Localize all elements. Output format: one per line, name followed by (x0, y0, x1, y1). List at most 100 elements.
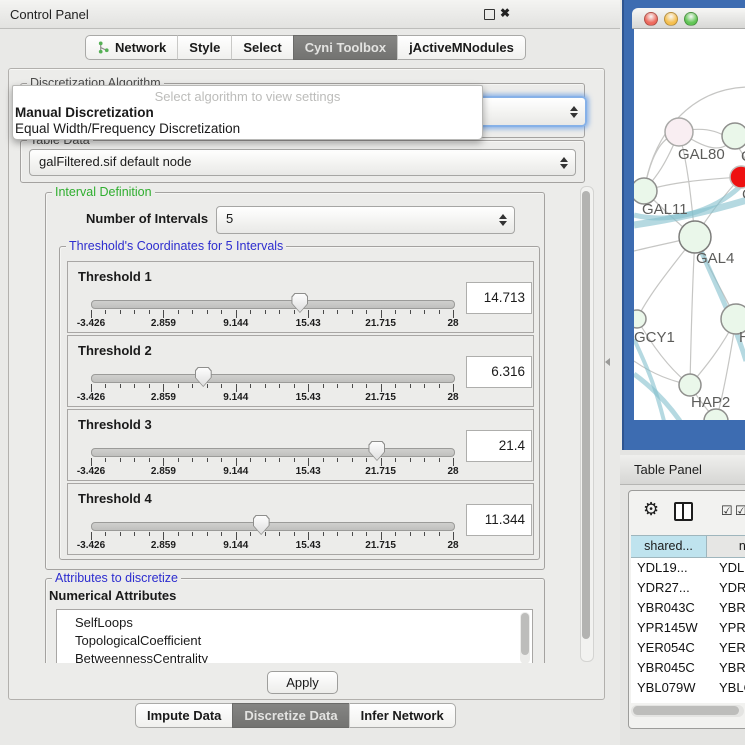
network-node[interactable] (679, 221, 711, 253)
network-window-titlebar[interactable] (632, 8, 745, 29)
table-row[interactable]: YBL079WYBLO (631, 678, 745, 698)
settings-scroll-viewport: Interval Definition Number of Intervals … (14, 114, 576, 663)
table-panel: Table Panel ⚙ ☑ ☑ shared...nameYDL19...Y… (620, 450, 745, 745)
attribute-item-betweennesscentrality[interactable]: BetweennessCentrality (57, 650, 532, 663)
dropdown-option-manual-discretization[interactable]: Manual Discretization (15, 105, 154, 120)
tick-label: 28 (447, 318, 458, 329)
interval-definition-group: Interval Definition Number of Intervals … (45, 192, 545, 570)
table-cell: YDR27... (631, 578, 712, 598)
combo-arrows-icon (498, 213, 507, 227)
scrollbar-thumb[interactable] (633, 706, 739, 715)
window-title: Control Panel (10, 7, 89, 22)
bottom-tab-bar: Impute DataDiscretize DataInfer Network (135, 703, 456, 726)
table-row[interactable]: YDR27...YDR2 (631, 578, 745, 598)
slider-ticks (91, 532, 453, 540)
node-table[interactable]: shared...nameYDL19...YDL1YDR27...YDR2YBR… (631, 535, 745, 703)
network-node[interactable] (730, 166, 745, 188)
checkbox-icon[interactable]: ☑ (721, 503, 733, 519)
slider-thumb[interactable] (195, 367, 212, 387)
slider-thumb[interactable] (291, 293, 308, 313)
algorithm-dropdown-popup: Select algorithm to view settings Manual… (12, 85, 483, 140)
threshold-label: Threshold 1 (78, 269, 152, 284)
network-edge[interactable] (690, 237, 695, 385)
app-root: Control Panel ✖ Network Style Select Cyni T… (0, 0, 745, 745)
mac-minimize-button[interactable] (664, 12, 678, 26)
network-node[interactable] (634, 310, 646, 328)
group-title-attributes: Attributes to discretize (52, 571, 181, 585)
table-cell: YBRO (712, 658, 745, 678)
tab-label: Style (189, 36, 220, 59)
tab-cyni-toolbox[interactable]: Cyni Toolbox (293, 35, 397, 60)
network-edge[interactable] (644, 177, 741, 191)
tab-discretize-data[interactable]: Discretize Data (232, 703, 348, 728)
tab-style[interactable]: Style (177, 35, 231, 60)
apply-button[interactable]: Apply (267, 671, 338, 694)
slider-tick-labels: -3.4262.8599.14415.4321.71528 (91, 540, 453, 552)
gear-icon[interactable]: ⚙ (643, 499, 659, 520)
slider-thumb[interactable] (368, 441, 385, 461)
attributes-group: Attributes to discretize Numerical Attri… (45, 578, 545, 663)
table-cell: YERO (712, 638, 745, 658)
table-cell: YLR3 (712, 698, 745, 703)
threshold-value-field[interactable]: 6.316 (466, 356, 532, 388)
tab-label: Cyni Toolbox (305, 36, 386, 59)
scrollbar-thumb[interactable] (582, 191, 590, 639)
close-icon[interactable]: ✖ (500, 6, 510, 20)
node-label-gal4: GAL4 (696, 250, 734, 267)
columns-icon[interactable] (674, 502, 693, 521)
mac-close-button[interactable] (644, 12, 658, 26)
threshold-value-field[interactable]: 11.344 (466, 504, 532, 536)
checkbox-icon[interactable]: ☑ (735, 503, 745, 519)
network-node[interactable] (679, 374, 701, 396)
table-cell: YBR045C (631, 658, 712, 678)
slider-tick-labels: -3.4262.8599.14415.4321.71528 (91, 392, 453, 404)
tick-label: 21.715 (365, 466, 396, 477)
tab-select[interactable]: Select (231, 35, 292, 60)
attribute-item-topologicalcoefficient[interactable]: TopologicalCoefficient (57, 632, 532, 650)
tab-infer-network[interactable]: Infer Network (349, 703, 456, 728)
slider-ticks (91, 384, 453, 392)
table-row[interactable]: YER054CYERO (631, 638, 745, 658)
threshold-value-field[interactable]: 14.713 (466, 282, 532, 314)
tab-jactivemnodules[interactable]: jActiveMNodules (397, 35, 526, 60)
network-node[interactable] (722, 123, 745, 149)
settings-vertical-scrollbar[interactable] (580, 186, 594, 662)
threshold-value-field[interactable]: 21.4 (466, 430, 532, 462)
column-header-shared-[interactable]: shared... (631, 535, 707, 558)
number-of-intervals-label: Number of Intervals (86, 211, 208, 226)
table-row[interactable]: YBR043CYBRO (631, 598, 745, 618)
dropdown-option-equal-width-frequency[interactable]: Equal Width/Frequency Discretization (15, 121, 240, 136)
tick-label: -3.426 (77, 392, 105, 403)
threshold-label: Threshold 3 (78, 417, 152, 432)
tick-label: 28 (447, 540, 458, 551)
slider-track[interactable] (91, 448, 455, 457)
table-row[interactable]: YLR345WYLR3 (631, 698, 745, 703)
table-row[interactable]: YBR045CYBRO (631, 658, 745, 678)
tick-label: 21.715 (365, 392, 396, 403)
numerical-attributes-list[interactable]: SelfLoopsTopologicalCoefficientBetweenne… (56, 609, 533, 663)
list-scrollbar[interactable] (520, 612, 530, 663)
number-of-intervals-combobox[interactable]: 5 (216, 206, 515, 234)
mac-zoom-button[interactable] (684, 12, 698, 26)
table-toolbar: ⚙ ☑ ☑ (629, 491, 745, 531)
network-node[interactable] (665, 118, 693, 146)
attribute-item-selfloops[interactable]: SelfLoops (57, 610, 532, 632)
table-horizontal-scrollbar[interactable] (631, 705, 744, 717)
column-header-name[interactable]: name (707, 535, 745, 558)
slider-track[interactable] (91, 374, 455, 383)
tick-label: 15.43 (296, 540, 321, 551)
splitter-collapse-icon[interactable] (605, 358, 610, 366)
slider-thumb[interactable] (253, 515, 270, 535)
slider-track[interactable] (91, 522, 455, 531)
slider-track[interactable] (91, 300, 455, 309)
tab-network[interactable]: Network (85, 35, 177, 60)
table-cell: YER054C (631, 638, 712, 658)
network-canvas[interactable]: GAL80GACGAL11GAL4GCY1HHAP2 (634, 29, 745, 420)
threshold-row-3: Threshold 3-3.4262.8599.14415.4321.71528… (67, 409, 534, 481)
tab-impute-data[interactable]: Impute Data (135, 703, 232, 728)
tick-label: 15.43 (296, 392, 321, 403)
table-row[interactable]: YPR145WYPR1 (631, 618, 745, 638)
float-window-icon[interactable] (484, 9, 495, 20)
tab-label: jActiveMNodules (409, 36, 514, 59)
table-row[interactable]: YDL19...YDL1 (631, 558, 745, 578)
